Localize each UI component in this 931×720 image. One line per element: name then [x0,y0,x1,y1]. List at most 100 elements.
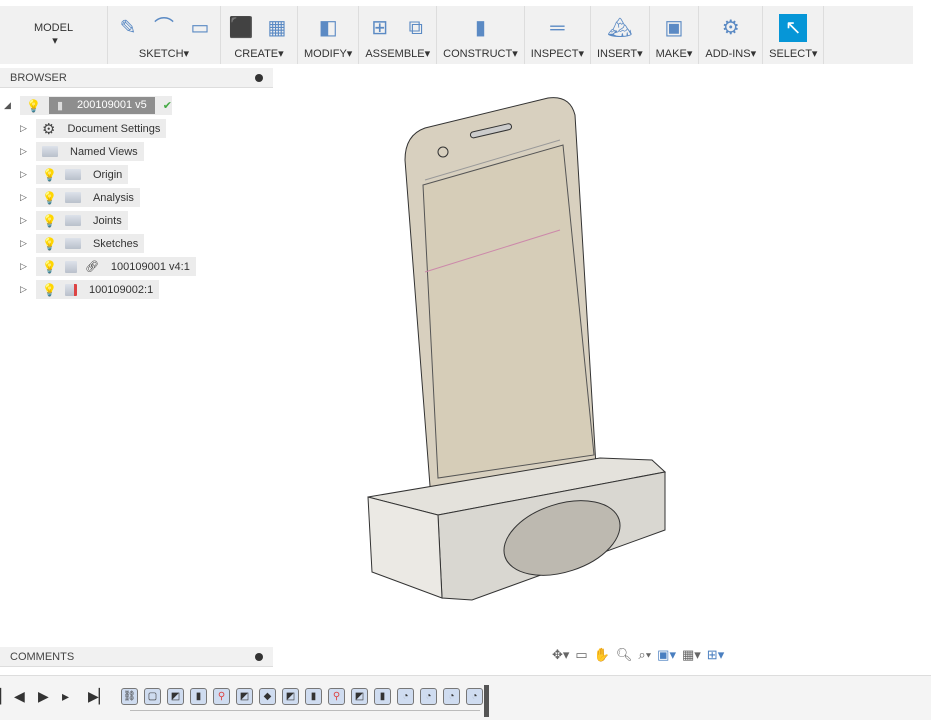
new-component-icon[interactable]: ⊞ [366,14,394,42]
browser-root[interactable]: ◢ 💡 ▮ 200109001 v5 ✔ [0,94,273,117]
timeline-extrude-icon[interactable]: ▮ [190,688,207,705]
visibility-bulb-icon[interactable]: 💡 [42,214,57,228]
create-sketch-icon[interactable]: ✎ [114,14,142,42]
chevron-down-icon: ▾ [750,48,757,60]
toolbar-dropdown[interactable]: CREATE [234,46,278,62]
display-settings-icon[interactable]: ▣▾ [657,647,676,663]
timeline-fillet-icon[interactable]: ◔ [397,688,414,705]
look-at-icon[interactable]: ▭ [575,647,587,663]
timeline-joint-icon[interactable]: ⚲ [328,688,345,705]
collapse-button[interactable] [255,74,263,82]
toolbar-dropdown[interactable]: INSPECT [531,46,579,62]
timeline-fillet-icon[interactable]: ◔ [443,688,460,705]
timeline-appearance-icon[interactable]: ◆ [259,688,276,705]
collapse-triangle-icon[interactable]: ◢ [4,100,14,111]
form-icon[interactable]: ▦ [263,14,291,42]
expand-triangle-icon[interactable]: ▷ [20,261,30,272]
viewport-3d[interactable] [280,70,931,640]
fit-icon[interactable]: ⌕▾ [638,647,651,663]
timeline-sketch-icon[interactable]: ◩ [167,688,184,705]
toolbar-dropdown[interactable]: SKETCH [139,46,184,62]
visibility-bulb-icon[interactable]: 💡 [42,283,57,297]
joint-icon[interactable]: ⧉ [402,14,430,42]
visibility-bulb-icon[interactable]: 💡 [26,99,41,113]
previous-step-icon[interactable]: ◀ [14,688,25,705]
play-icon[interactable]: ▶ [38,688,49,705]
folder-icon [42,146,58,157]
next-step-icon[interactable]: ▸ [62,688,69,705]
visibility-bulb-icon[interactable]: 💡 [42,260,57,274]
timeline-body-icon[interactable]: ▢ [144,688,161,705]
browser-item[interactable]: ▷ 💡 Origin [0,163,273,186]
browser-item-label: Analysis [92,191,134,204]
toolbar-group-insert: 🏔︎ INSERT ▾ [591,6,650,64]
timeline-joint-icon[interactable]: ⚲ [213,688,230,705]
toolbar-dropdown[interactable]: ADD-INS [705,46,750,62]
chevron-down-icon: ▾ [811,48,818,60]
expand-triangle-icon[interactable]: ▷ [20,284,30,295]
browser-item-label: 100109001 v4:1 [110,260,190,273]
last-step-icon[interactable]: ▶▏ [88,688,110,705]
select-icon[interactable]: ↖ [779,14,808,42]
browser-item[interactable]: ▷ ⚙ Document Settings [0,117,273,140]
expand-triangle-icon[interactable]: ▷ [20,146,30,157]
extrude-icon[interactable]: ⬛ [227,14,255,42]
expand-triangle-icon[interactable]: ▷ [20,123,30,134]
browser-item[interactable]: ▷ 💡 Analysis [0,186,273,209]
arc-icon[interactable]: ⌒ [150,14,178,42]
chevron-down-icon: ▾ [346,48,353,60]
toolbar-dropdown[interactable]: INSERT [597,46,637,62]
timeline-link-icon[interactable]: ⛓ [121,688,138,705]
expand-triangle-icon[interactable]: ▷ [20,169,30,180]
visibility-bulb-icon[interactable]: 💡 [42,237,57,251]
visibility-bulb-icon[interactable]: 💡 [42,168,57,182]
expand-triangle-icon[interactable]: ▷ [20,215,30,226]
timeline-sketch-icon[interactable]: ◩ [236,688,253,705]
grid-icon[interactable]: ▦▾ [682,647,701,663]
zoom-icon[interactable]: 🔍︎ [616,647,633,663]
press-pull-icon[interactable]: ◧ [314,14,342,42]
measure-icon[interactable]: ═ [543,14,571,42]
browser-item-label: 100109002:1 [88,283,154,296]
toolbar-group-sketch: ✎ ⌒ ▭ SKETCH ▾ [108,6,221,64]
pan-icon[interactable]: ✋ [594,647,610,663]
toolbar-dropdown[interactable]: SELECT [769,46,812,62]
chevron-down-icon: ▾ [424,48,431,60]
browser-item[interactable]: ▷ 💡 100109002:1 [0,278,273,301]
timeline-fillet-icon[interactable]: ◔ [420,688,437,705]
3d-print-icon[interactable]: ▣ [660,14,688,42]
insert-image-icon[interactable]: 🏔︎ [606,14,634,42]
expand-triangle-icon[interactable]: ▷ [20,238,30,249]
expand-button[interactable] [255,653,263,661]
browser-item[interactable]: ▷ 💡 Joints [0,209,273,232]
timeline-extrude-icon[interactable]: ▮ [305,688,322,705]
orbit-icon[interactable]: ✥▾ [552,647,569,663]
first-step-icon[interactable]: ▏ [0,688,11,705]
rectangle-icon[interactable]: ▭ [186,14,214,42]
browser-item[interactable]: ▷ 💡 Sketches [0,232,273,255]
visibility-bulb-icon[interactable]: 💡 [42,191,57,205]
toolbar-dropdown[interactable]: MAKE [656,46,687,62]
timeline-extrude-icon[interactable]: ▮ [374,688,391,705]
browser-item[interactable]: ▷ 💡 🔗︎ 100109001 v4:1 [0,255,273,278]
chevron-down-icon: ▾ [512,48,518,60]
toolbar-dropdown[interactable]: CONSTRUCT [443,46,512,62]
scripts-icon[interactable]: ⚙ [717,14,745,42]
toolbar-dropdown[interactable]: MODIFY [304,46,347,62]
offset-plane-icon[interactable]: ▮ [466,14,494,42]
timeline-sketch-icon[interactable]: ◩ [351,688,368,705]
browser-item[interactable]: ▷ Named Views [0,140,273,163]
component-icon [64,260,77,273]
viewports-icon[interactable]: ⊞▾ [707,647,724,663]
timeline-sketch-icon[interactable]: ◩ [282,688,299,705]
toolbar-dropdown[interactable]: ASSEMBLE [365,46,424,62]
timeline-track [130,710,480,711]
phone-screen [422,144,595,479]
workspace-dropdown[interactable]: MODEL ▾ [0,6,108,64]
toolbar-group-create: ⬛ ▦ CREATE ▾ [221,6,298,64]
timeline-marker[interactable] [484,685,489,717]
timeline-fillet-icon[interactable]: ◔ [466,688,483,705]
chevron-down-icon: ▾ [686,48,693,60]
chevron-down-icon: ▾ [278,48,284,60]
expand-triangle-icon[interactable]: ▷ [20,192,30,203]
